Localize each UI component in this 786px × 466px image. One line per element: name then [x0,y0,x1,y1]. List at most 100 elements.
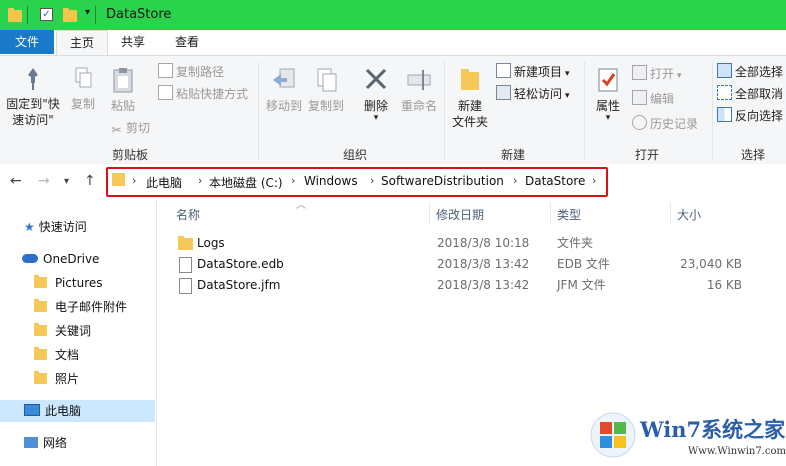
folder-icon [112,173,125,186]
title-bar: ✓ ▾ DataStore [0,0,786,30]
easy-access-button[interactable]: 轻松访问 ▾ [496,84,570,104]
open-button[interactable]: 打开 ▾ [632,64,682,84]
rename-label: 重命名 [400,99,437,113]
pin-icon [28,68,38,90]
properties-label: 属性 [595,99,620,113]
nav-item-network[interactable]: 网络 [24,432,67,454]
windows-logo-icon [590,412,636,458]
chevron-right-icon[interactable]: › [291,174,295,187]
breadcrumb-datastore[interactable]: DataStore [525,174,585,188]
breadcrumb-local-disk[interactable]: 本地磁盘 (C:) [209,174,283,191]
edit-button[interactable]: 编辑 [632,89,674,109]
move-to-icon [273,68,295,88]
properties-dropdown-icon[interactable]: ▾ [590,114,626,123]
new-folder-quick-icon[interactable] [63,8,77,22]
ribbon-separator [584,62,585,160]
nav-item-photos[interactable]: 照片 [34,368,79,390]
edit-icon [632,90,647,105]
nav-item-keywords[interactable]: 关键词 [34,320,91,342]
column-divider[interactable] [429,202,430,224]
chevron-right-icon[interactable]: › [513,174,517,187]
select-none-button[interactable]: 全部取消 [717,84,783,104]
breadcrumb-software-distribution[interactable]: SoftwareDistribution [381,174,504,188]
copy-to-label: 复制到 [307,99,344,113]
navigation-pane: ★ 快速访问 OneDrive Pictures 电子邮件附件 关键词 文档 照片… [0,201,157,466]
open-icon [632,65,647,80]
history-button[interactable]: 历史记录 [632,114,698,134]
cloud-icon [22,254,38,263]
folder-icon [8,8,22,22]
file-row-datastore-edb[interactable]: DataStore.edb 2018/3/8 13:42 EDB 文件 23,0… [172,254,752,275]
copy-path-icon [158,63,173,78]
folder-icon [34,323,47,336]
tab-share[interactable]: 共享 [110,30,156,54]
window-title: DataStore [106,7,172,22]
move-to-button[interactable]: 移动到 [264,66,304,114]
clipboard-icon [113,68,133,93]
column-header-name[interactable]: 名称 [176,206,200,223]
tab-view[interactable]: 查看 [164,30,210,54]
copy-icon [75,67,92,88]
folder-icon [34,299,47,312]
file-icon [179,278,192,294]
pin-to-quick-access-button[interactable]: 固定到"快 速访问" [4,66,62,128]
quick-access-dropdown-icon[interactable]: ▾ [85,7,90,18]
invert-selection-button[interactable]: 反向选择 [717,106,783,126]
address-bar[interactable]: › 此电脑 › 本地磁盘 (C:) › Windows › SoftwareDi… [106,167,608,197]
tab-file[interactable]: 文件 [0,30,54,54]
up-arrow-icon[interactable]: ↑ [84,173,96,189]
organize-group-label: 组织 [342,148,367,162]
network-icon [24,437,38,448]
breadcrumb-this-pc[interactable]: 此电脑 [146,174,182,191]
column-header-date[interactable]: 修改日期 [436,206,484,223]
breadcrumb-windows[interactable]: Windows [304,174,358,188]
nav-item-this-pc[interactable]: 此电脑 [0,400,155,422]
copy-button[interactable]: 复制 [66,66,100,112]
chevron-right-icon[interactable]: › [592,174,596,187]
ribbon-separator [444,62,445,160]
watermark: Win7系统之家 Www.Winwin7.com [590,408,786,466]
cut-button[interactable]: ✂ 剪切 [110,118,150,138]
nav-item-documents[interactable]: 文档 [34,344,79,366]
copy-to-button[interactable]: 复制到 [306,66,346,114]
nav-item-quick-access[interactable]: ★ 快速访问 [24,216,87,238]
new-folder-icon [461,69,479,90]
properties-quick-icon[interactable]: ✓ [40,8,53,21]
star-icon: ★ [24,220,35,234]
column-divider[interactable] [550,202,551,224]
copy-path-button[interactable]: 复制路径 [158,62,224,82]
properties-button[interactable]: 属性 ▾ [590,66,626,123]
easy-access-dropdown-icon: ▾ [565,91,570,101]
nav-item-pictures[interactable]: Pictures [34,272,103,294]
nav-item-onedrive[interactable]: OneDrive [22,248,99,270]
delete-dropdown-icon[interactable]: ▾ [358,114,394,123]
forward-arrow-icon[interactable]: → [38,173,50,189]
recent-locations-dropdown-icon[interactable]: ▾ [64,176,69,187]
column-header-size[interactable]: 大小 [677,206,701,223]
select-all-button[interactable]: 全部选择 [717,62,783,82]
chevron-right-icon[interactable]: › [370,174,374,187]
delete-button[interactable]: 删除 ▾ [358,66,394,123]
column-header-type[interactable]: 类型 [557,206,581,223]
move-to-label: 移动到 [265,99,302,113]
copy-to-icon [317,68,337,92]
invert-selection-icon [717,107,732,122]
new-folder-button[interactable]: 新建 文件夹 [448,66,492,130]
chevron-right-icon[interactable]: › [198,174,202,187]
select-none-icon [717,85,732,100]
nav-item-email-attachments[interactable]: 电子邮件附件 [34,296,127,318]
file-row-datastore-jfm[interactable]: DataStore.jfm 2018/3/8 13:42 JFM 文件 16 K… [172,275,752,296]
select-group-label: 选择 [740,148,765,162]
paste-shortcut-button[interactable]: 粘贴快捷方式 [158,84,248,104]
rename-icon [407,70,431,90]
tab-home[interactable]: 主页 [56,30,108,55]
paste-button[interactable]: 粘贴 [106,66,140,114]
back-arrow-icon[interactable]: ← [10,173,22,189]
rename-button[interactable]: 重命名 [398,66,440,114]
column-divider[interactable] [670,202,671,224]
new-item-dropdown-icon: ▾ [565,69,570,79]
chevron-right-icon[interactable]: › [132,174,136,187]
new-item-button[interactable]: 新建项目 ▾ [496,62,570,82]
file-row-logs[interactable]: Logs 2018/3/8 10:18 文件夹 [172,233,752,254]
pin-label: 固定到"快 速访问" [6,97,60,127]
